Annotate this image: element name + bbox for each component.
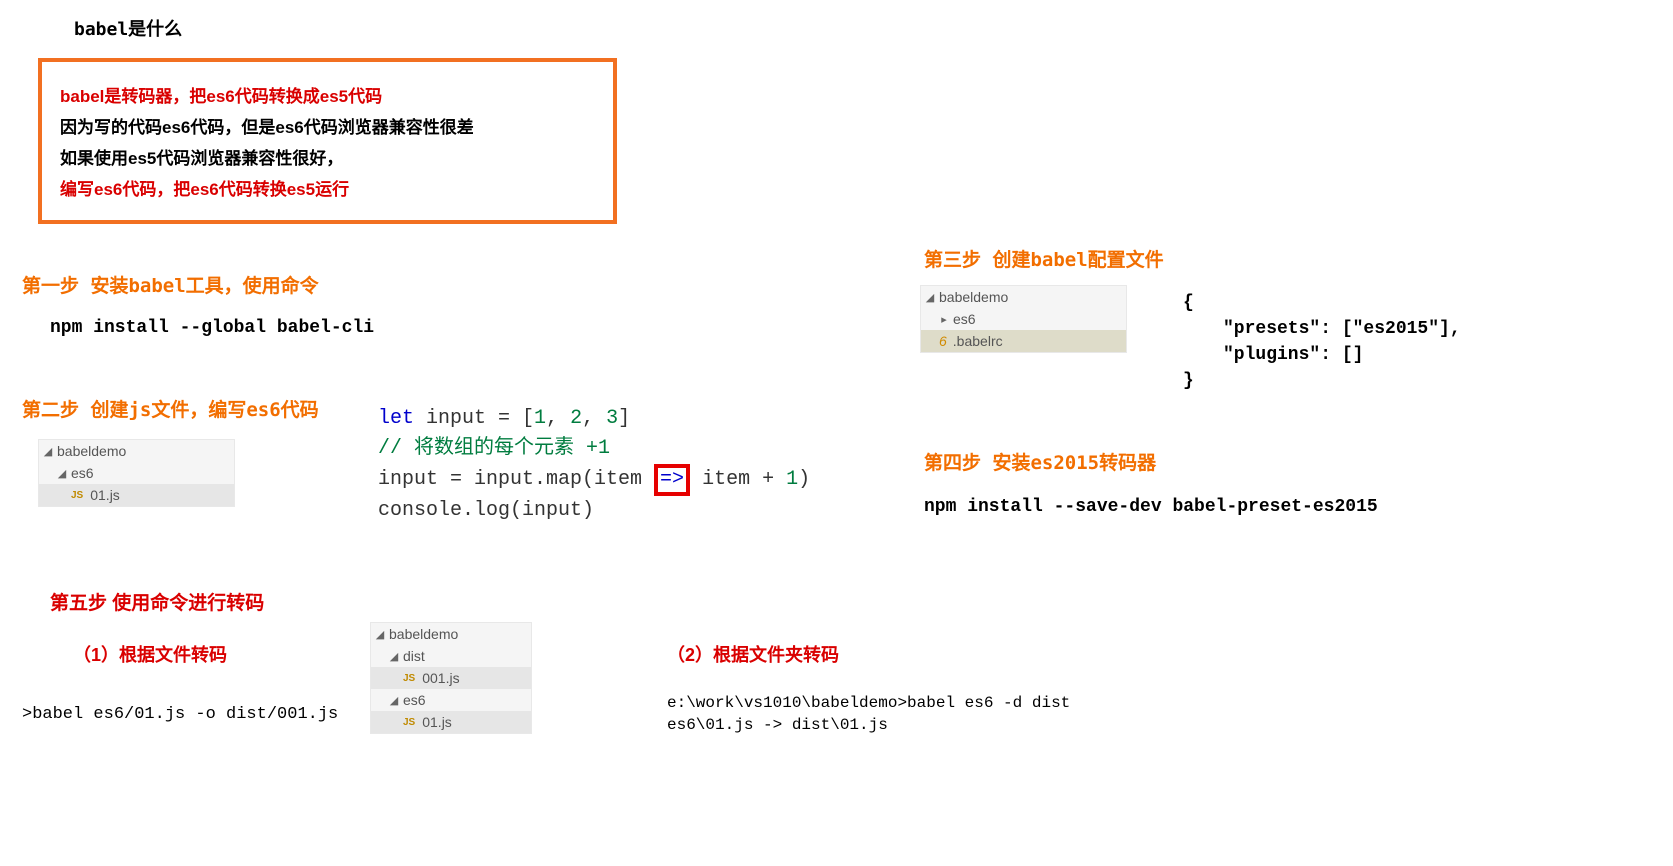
tree-file[interactable]: JS 001.js	[371, 667, 531, 689]
tree-folder-label: es6	[403, 692, 426, 708]
intro-line-2: 因为写的代码es6代码，但是es6代码浏览器兼容性很差	[60, 113, 595, 138]
tree-file-label: .babelrc	[953, 333, 1003, 349]
json-line-2: "presets": ["es2015"],	[1183, 316, 1461, 342]
code-num: 2	[570, 407, 582, 430]
babelrc-file-icon: 6	[939, 333, 947, 349]
intro-box: babel是转码器，把es6代码转换成es5代码 因为写的代码es6代码，但是e…	[38, 58, 617, 224]
step1-heading: 第一步 安装babel工具，使用命令	[22, 271, 319, 298]
caret-open-icon: ◢	[925, 291, 935, 304]
caret-open-icon: ◢	[389, 694, 399, 707]
tree-folder[interactable]: ◢ dist	[371, 645, 531, 667]
tree-folder-label: es6	[71, 465, 94, 481]
tree-root-label: babeldemo	[939, 289, 1008, 305]
code-line-4: console.log(input)	[378, 496, 810, 526]
code-line-2: // 将数组的每个元素 +1	[378, 434, 810, 464]
code-text: ]	[618, 407, 630, 430]
tree-file-label: 01.js	[422, 714, 452, 730]
caret-open-icon: ◢	[375, 628, 385, 641]
code-text: ,	[582, 407, 606, 430]
json-line-4: }	[1183, 368, 1461, 394]
code-text: input = [	[414, 407, 534, 430]
caret-closed-icon: ▸	[939, 313, 949, 326]
code-kw: let	[378, 407, 414, 430]
code-text: )	[798, 468, 810, 491]
step5-sub1: （1）根据文件转码	[73, 641, 227, 667]
code-num: 1	[534, 407, 546, 430]
step5-file-tree: ◢ babeldemo ◢ dist JS 001.js ◢ es6 JS 01…	[370, 622, 532, 734]
code-text: input = input.map(item	[378, 468, 654, 491]
tree-file-selected[interactable]: 6 .babelrc	[921, 330, 1126, 352]
step1-cmd: npm install --global babel-cli	[50, 318, 374, 338]
tree-folder-label: es6	[953, 311, 976, 327]
arrow-highlight-box: =>	[654, 464, 690, 496]
json-line-3: "plugins": []	[1183, 342, 1461, 368]
code-line-3: input = input.map(item => item + 1)	[378, 464, 810, 496]
caret-open-icon: ◢	[43, 445, 53, 458]
tree-folder[interactable]: ▸ es6	[921, 308, 1126, 330]
term-line-2: es6\01.js -> dist\01.js	[667, 714, 1070, 736]
tree-root[interactable]: ◢ babeldemo	[921, 286, 1126, 308]
tree-folder-label: dist	[403, 648, 425, 664]
code-line-1: let input = [1, 2, 3]	[378, 404, 810, 434]
code-arrow: =>	[660, 468, 684, 491]
step2-file-tree: ◢ babeldemo ◢ es6 JS 01.js	[38, 439, 235, 507]
code-text: item +	[690, 468, 786, 491]
intro-line-1: babel是转码器，把es6代码转换成es5代码	[60, 82, 595, 107]
caret-open-icon: ◢	[57, 467, 67, 480]
js-file-icon: JS	[403, 717, 415, 728]
step2-heading: 第二步 创建js文件，编写es6代码	[22, 395, 319, 422]
js-file-icon: JS	[403, 673, 415, 684]
tree-file-selected[interactable]: JS 01.js	[39, 484, 234, 506]
step5-heading: 第五步 使用命令进行转码	[50, 588, 264, 615]
step4-heading: 第四步 安装es2015转码器	[924, 448, 1156, 475]
step5-sub2: （2）根据文件夹转码	[667, 641, 839, 667]
tree-folder[interactable]: ◢ es6	[39, 462, 234, 484]
code-text: ,	[546, 407, 570, 430]
tree-root-label: babeldemo	[389, 626, 458, 642]
tree-folder[interactable]: ◢ es6	[371, 689, 531, 711]
step2-code: let input = [1, 2, 3] // 将数组的每个元素 +1 inp…	[378, 404, 810, 526]
step3-heading: 第三步 创建babel配置文件	[924, 245, 1164, 272]
page-title: babel是什么	[74, 15, 182, 41]
intro-line-3: 如果使用es5代码浏览器兼容性很好，	[60, 144, 595, 169]
tree-file-label: 001.js	[422, 670, 459, 686]
code-num: 1	[786, 468, 798, 491]
tree-root-label: babeldemo	[57, 443, 126, 459]
code-num: 3	[606, 407, 618, 430]
tree-root[interactable]: ◢ babeldemo	[39, 440, 234, 462]
tree-file-label: 01.js	[90, 487, 120, 503]
tree-root[interactable]: ◢ babeldemo	[371, 623, 531, 645]
step5-terminal: e:\work\vs1010\babeldemo>babel es6 -d di…	[667, 692, 1070, 736]
tree-file[interactable]: JS 01.js	[371, 711, 531, 733]
step4-cmd: npm install --save-dev babel-preset-es20…	[924, 497, 1378, 517]
step3-json: { "presets": ["es2015"], "plugins": [] }	[1183, 290, 1461, 394]
js-file-icon: JS	[71, 490, 83, 501]
step3-file-tree: ◢ babeldemo ▸ es6 6 .babelrc	[920, 285, 1127, 353]
term-line-1: e:\work\vs1010\babeldemo>babel es6 -d di…	[667, 692, 1070, 714]
step5-cmd1: >babel es6/01.js -o dist/001.js	[22, 705, 338, 724]
intro-line-4: 编写es6代码，把es6代码转换es5运行	[60, 175, 595, 200]
json-line-1: {	[1183, 290, 1461, 316]
caret-open-icon: ◢	[389, 650, 399, 663]
